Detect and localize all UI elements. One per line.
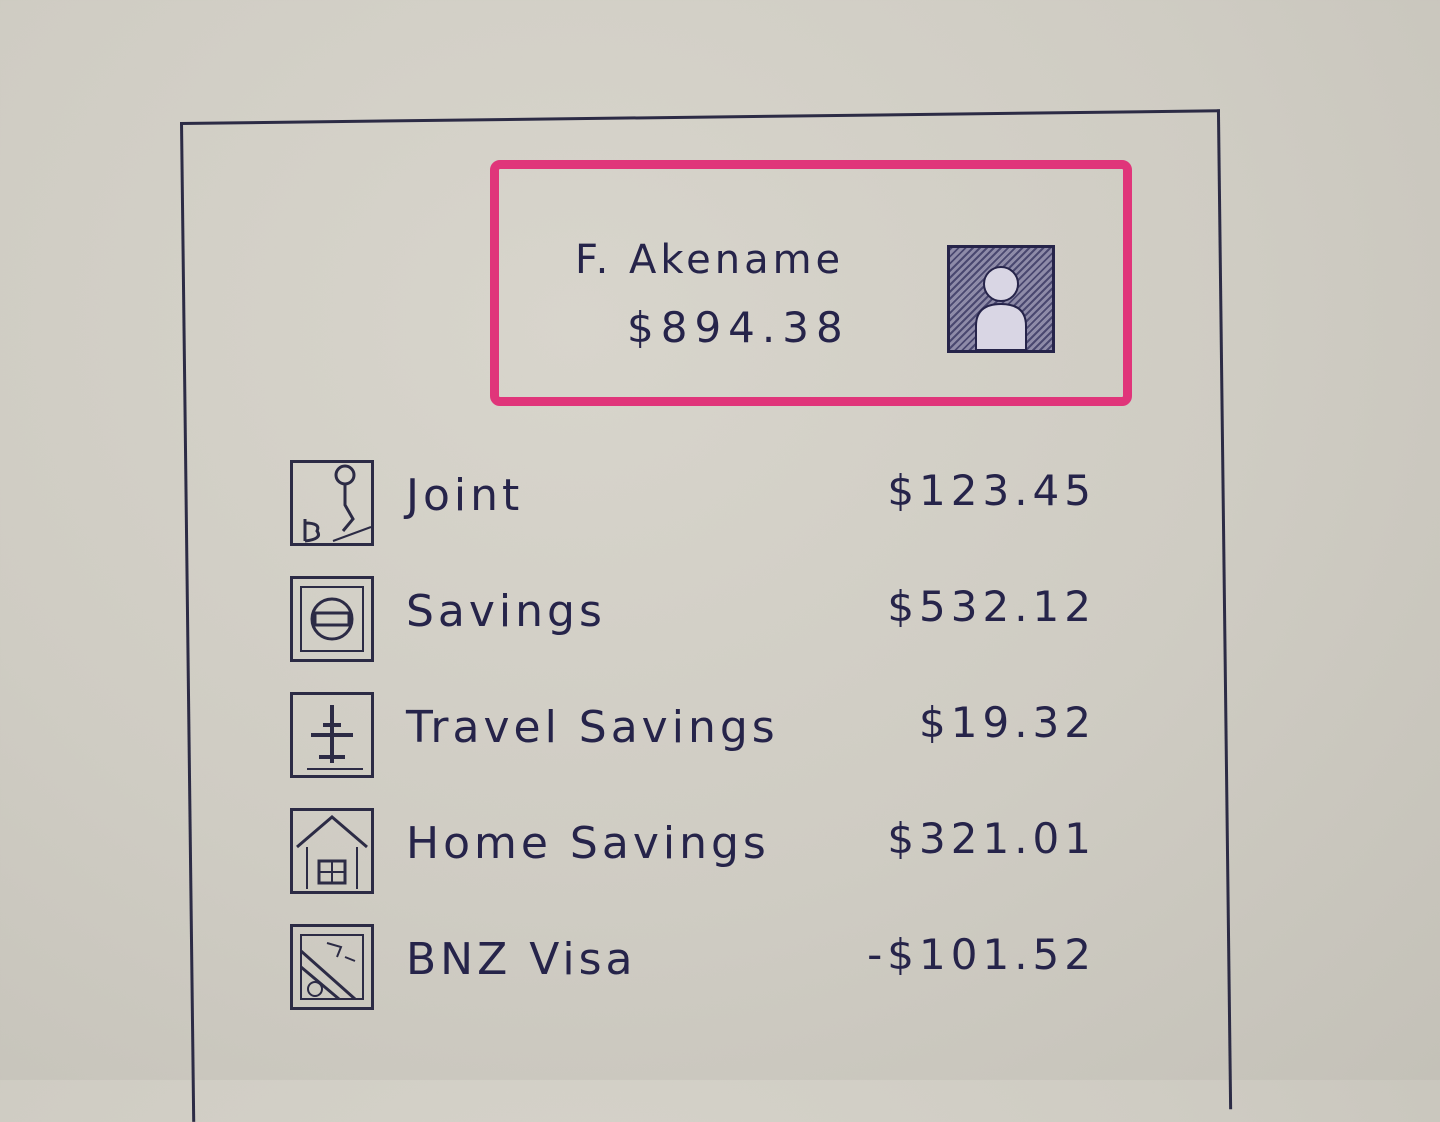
account-label: Home Savings — [406, 818, 770, 869]
card-icon — [290, 924, 374, 1010]
account-amount: $532.12 — [887, 582, 1096, 631]
account-row-travel-savings[interactable]: Travel Savings $19.32 — [286, 688, 1126, 804]
cash-icon — [290, 576, 374, 662]
account-label: BNZ Visa — [406, 934, 637, 985]
account-amount: $321.01 — [887, 814, 1096, 863]
account-label: Joint — [406, 470, 524, 521]
account-amount: $123.45 — [887, 466, 1096, 515]
profile-total-balance: $894.38 — [627, 303, 850, 352]
account-label: Travel Savings — [406, 702, 779, 753]
account-label: Savings — [406, 586, 606, 637]
account-amount: -$101.52 — [867, 930, 1096, 979]
profile-summary-card[interactable]: F. Akename $894.38 — [490, 160, 1132, 406]
house-icon — [290, 808, 374, 894]
account-amount: $19.32 — [919, 698, 1096, 747]
account-row-savings[interactable]: Savings $532.12 — [286, 572, 1126, 688]
airplane-icon — [290, 692, 374, 778]
account-row-bnz-visa[interactable]: BNZ Visa -$101.52 — [286, 920, 1126, 1036]
account-row-home-savings[interactable]: Home Savings $321.01 — [286, 804, 1126, 920]
user-avatar-icon[interactable] — [947, 245, 1055, 353]
couple-icon — [290, 460, 374, 546]
accounts-list: Joint $123.45 Savings $532.12 Travel Sav… — [286, 456, 1126, 1036]
account-row-joint[interactable]: Joint $123.45 — [286, 456, 1126, 572]
profile-name: F. Akename — [575, 237, 845, 283]
